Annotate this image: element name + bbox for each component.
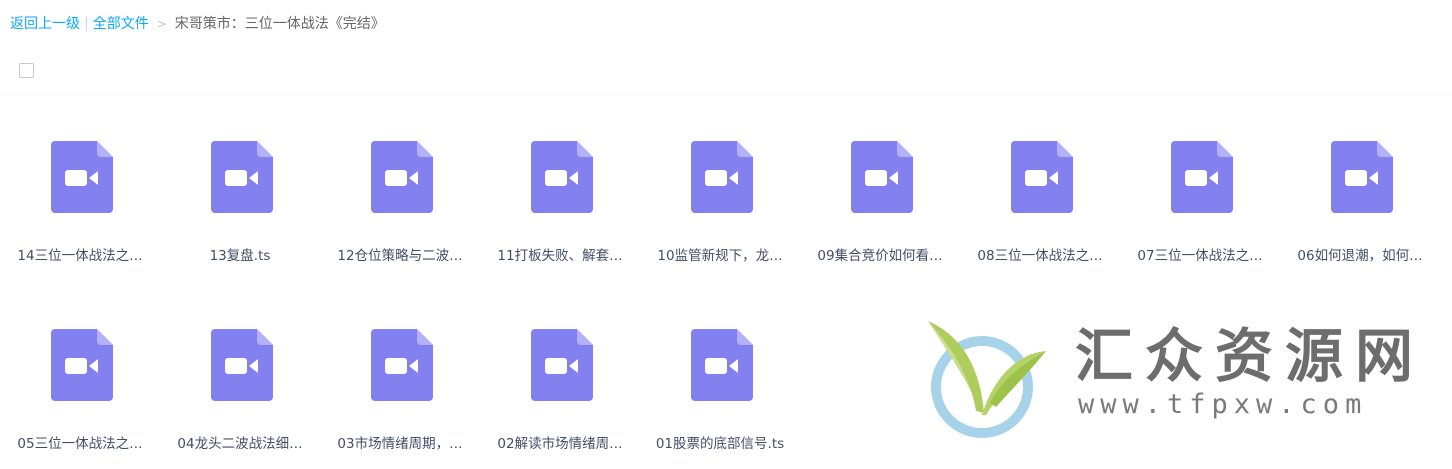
- file-name: 13复盘.ts: [209, 248, 271, 264]
- file-name: 08三位一体战法之…: [977, 248, 1103, 264]
- file-name: 01股票的底部信号.ts: [655, 436, 785, 452]
- watermark-logo-icon: [928, 321, 1046, 438]
- video-file-icon: [1331, 141, 1393, 213]
- video-file-icon: [51, 329, 113, 401]
- file-name: 09集合竞价如何看…: [817, 248, 943, 264]
- video-file-icon: [51, 141, 113, 213]
- video-file-icon: [531, 141, 593, 213]
- video-file-icon: [691, 329, 753, 401]
- watermark-title: 汇众资源网: [1075, 322, 1426, 390]
- video-file-icon: [371, 329, 433, 401]
- video-file-icon: [211, 141, 273, 213]
- file-item[interactable]: 12仓位策略与二波…: [320, 95, 480, 275]
- file-name: 10监管新规下，龙…: [657, 248, 783, 264]
- file-name: 05三位一体战法之…: [17, 436, 143, 452]
- video-file-icon: [371, 141, 433, 213]
- breadcrumb-separator: |: [84, 16, 89, 32]
- file-name: 11打板失败、解套…: [497, 248, 623, 264]
- video-file-icon: [1171, 141, 1233, 213]
- video-file-icon: [531, 329, 593, 401]
- file-item[interactable]: 02解读市场情绪周…: [480, 283, 640, 463]
- file-item[interactable]: 01股票的底部信号.ts: [640, 283, 800, 463]
- video-file-icon: [1011, 141, 1073, 213]
- file-item[interactable]: 08三位一体战法之…: [960, 95, 1120, 275]
- file-item[interactable]: 09集合竞价如何看…: [800, 95, 960, 275]
- file-item[interactable]: 07三位一体战法之…: [1120, 95, 1280, 275]
- file-item[interactable]: 13复盘.ts: [160, 95, 320, 275]
- file-name: 06如何退潮，如何…: [1297, 248, 1423, 264]
- file-item[interactable]: 10监管新规下，龙…: [640, 95, 800, 275]
- file-name: 02解读市场情绪周…: [497, 436, 623, 452]
- video-file-icon: [851, 141, 913, 213]
- all-files-link[interactable]: 全部文件: [93, 16, 149, 32]
- file-name: 07三位一体战法之…: [1137, 248, 1263, 264]
- select-all-checkbox[interactable]: [19, 63, 34, 78]
- video-file-icon: [211, 329, 273, 401]
- file-item[interactable]: 14三位一体战法之…: [0, 95, 160, 275]
- watermark-url: www.tfpxw.com: [1078, 389, 1368, 420]
- file-item[interactable]: 04龙头二波战法细…: [160, 283, 320, 463]
- back-link[interactable]: 返回上一级: [10, 16, 80, 32]
- file-item[interactable]: 05三位一体战法之…: [0, 283, 160, 463]
- file-item[interactable]: 11打板失败、解套…: [480, 95, 640, 275]
- file-item[interactable]: 03市场情绪周期，…: [320, 283, 480, 463]
- file-item[interactable]: 06如何退潮，如何…: [1280, 95, 1440, 275]
- current-folder-name: 宋哥策市：三位一体战法《完结》: [174, 16, 385, 32]
- video-file-icon: [691, 141, 753, 213]
- file-name: 04龙头二波战法细…: [177, 436, 303, 452]
- breadcrumb: 返回上一级 | 全部文件 > 宋哥策市：三位一体战法《完结》: [10, 14, 385, 34]
- watermark: 汇众资源网 www.tfpxw.com: [920, 315, 1420, 445]
- file-name: 12仓位策略与二波…: [337, 248, 463, 264]
- file-name: 14三位一体战法之…: [17, 248, 143, 264]
- chevron-right-icon: >: [156, 17, 167, 31]
- file-name: 03市场情绪周期，…: [337, 436, 463, 452]
